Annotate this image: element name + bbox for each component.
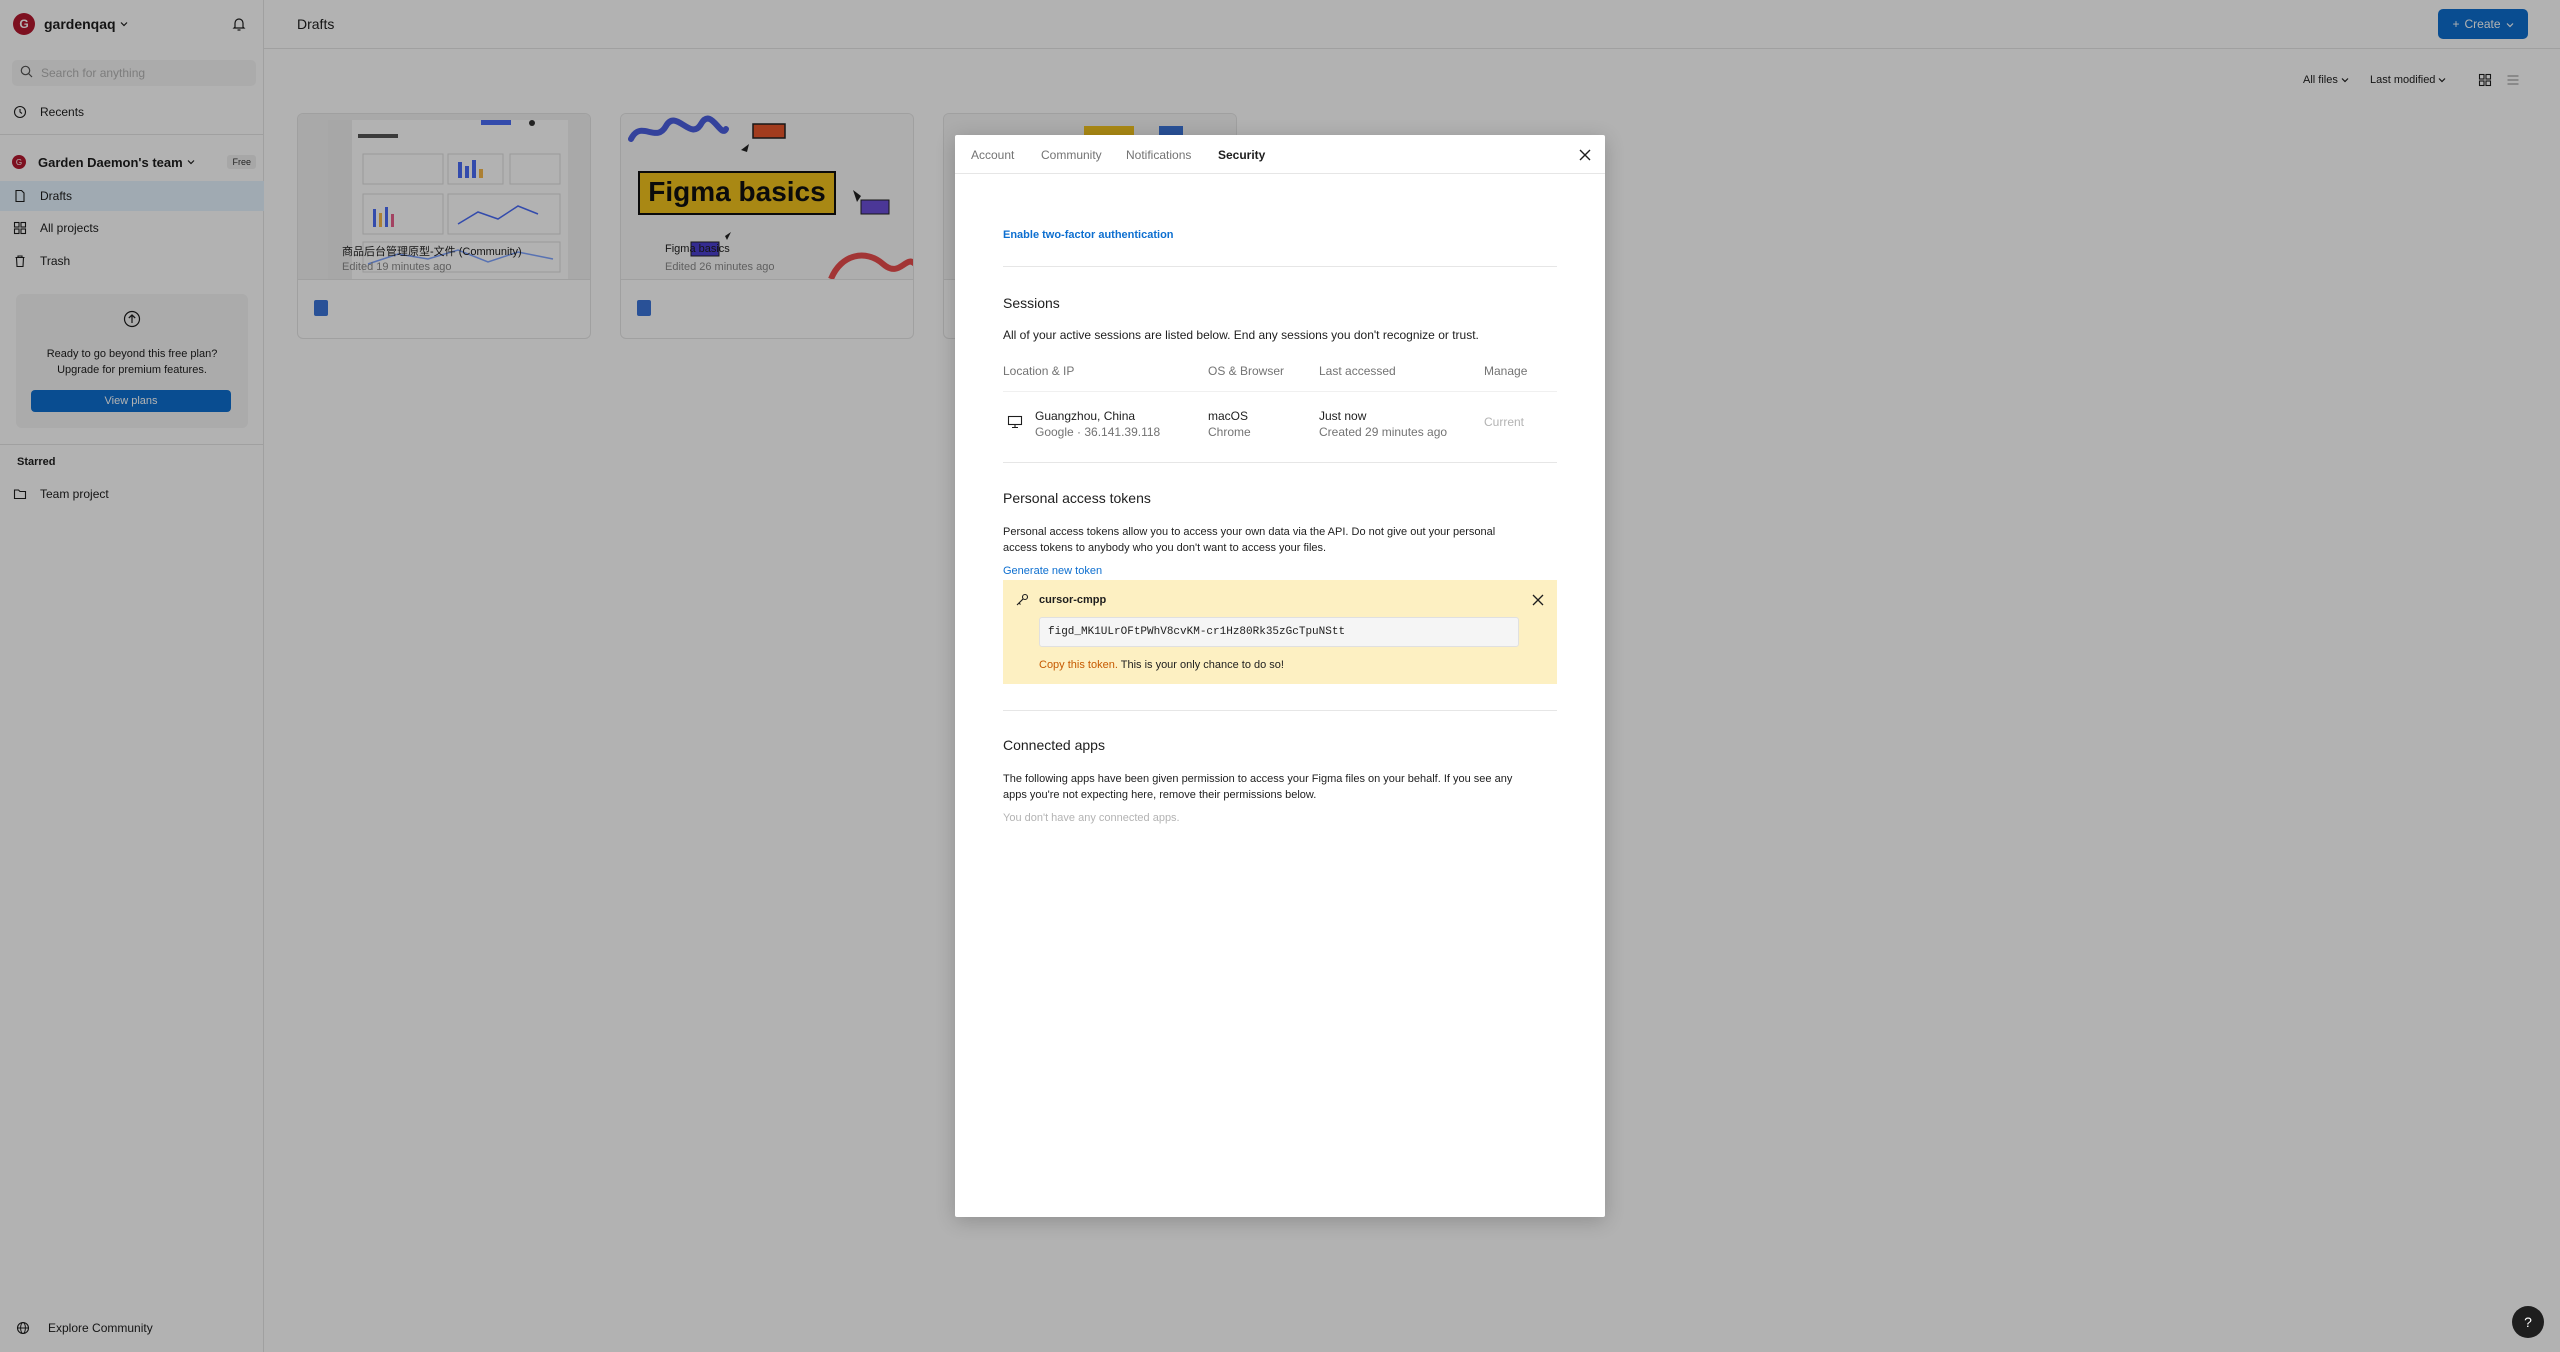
session-browser: Chrome	[1208, 425, 1251, 439]
tokens-heading: Personal access tokens	[1003, 490, 1151, 506]
close-icon[interactable]	[1531, 593, 1545, 607]
monitor-icon	[1007, 415, 1023, 429]
generate-token-link[interactable]: Generate new token	[1003, 565, 1102, 577]
sessions-description: All of your active sessions are listed b…	[1003, 328, 1479, 342]
token-warning-emphasis: Copy this token.	[1039, 659, 1118, 671]
apps-empty-state: You don't have any connected apps.	[1003, 812, 1180, 824]
tokens-description: Personal access tokens allow you to acce…	[1003, 524, 1563, 556]
apps-description: The following apps have been given permi…	[1003, 771, 1563, 803]
close-icon[interactable]	[1577, 147, 1593, 163]
session-created: Created 29 minutes ago	[1319, 425, 1448, 439]
sessions-heading: Sessions	[1003, 295, 1060, 311]
settings-modal: Account Community Notifications Security…	[955, 135, 1605, 1217]
divider	[1003, 710, 1557, 711]
column-header: OS & Browser	[1208, 364, 1285, 378]
apps-description-line: apps you're not expecting here, remove t…	[1003, 789, 1317, 801]
tab-community[interactable]: Community	[1041, 148, 1102, 162]
session-location: Guangzhou, China	[1035, 409, 1136, 423]
token-value-field[interactable]: figd_MK1ULrOFtPWhV8cvKM-cr1Hz80Rk35zGcTp…	[1039, 617, 1519, 647]
tab-notifications[interactable]: Notifications	[1126, 148, 1191, 162]
help-button[interactable]: ?	[2512, 1306, 2544, 1338]
new-token-banner: cursor-cmpp figd_MK1ULrOFtPWhV8cvKM-cr1H…	[1003, 580, 1557, 684]
column-header: Location & IP	[1003, 364, 1075, 378]
session-last-accessed: Just now	[1319, 409, 1367, 423]
enable-2fa-link[interactable]: Enable two-factor authentication	[1003, 229, 1174, 241]
tab-account[interactable]: Account	[971, 148, 1014, 162]
token-warning: Copy this token. This is your only chanc…	[1039, 659, 1284, 671]
apps-description-line: The following apps have been given permi…	[1003, 773, 1513, 785]
divider	[1003, 266, 1557, 267]
tab-security[interactable]: Security	[1218, 148, 1265, 162]
divider	[1003, 391, 1557, 392]
settings-tabs: Account Community Notifications Security	[955, 135, 1605, 174]
column-header: Manage	[1484, 364, 1528, 378]
apps-heading: Connected apps	[1003, 737, 1105, 753]
session-ip: Google · 36.141.39.118	[1035, 425, 1161, 439]
divider	[1003, 462, 1557, 463]
token-warning-text: This is your only chance to do so!	[1117, 659, 1284, 671]
column-header: Last accessed	[1319, 364, 1396, 378]
token-name: cursor-cmpp	[1039, 594, 1107, 606]
session-os: macOS	[1208, 409, 1249, 423]
tokens-description-line: access tokens to anybody who you don't w…	[1003, 542, 1327, 554]
session-current-label: Current	[1484, 415, 1525, 429]
tokens-description-line: Personal access tokens allow you to acce…	[1003, 526, 1496, 538]
key-icon	[1015, 593, 1029, 607]
